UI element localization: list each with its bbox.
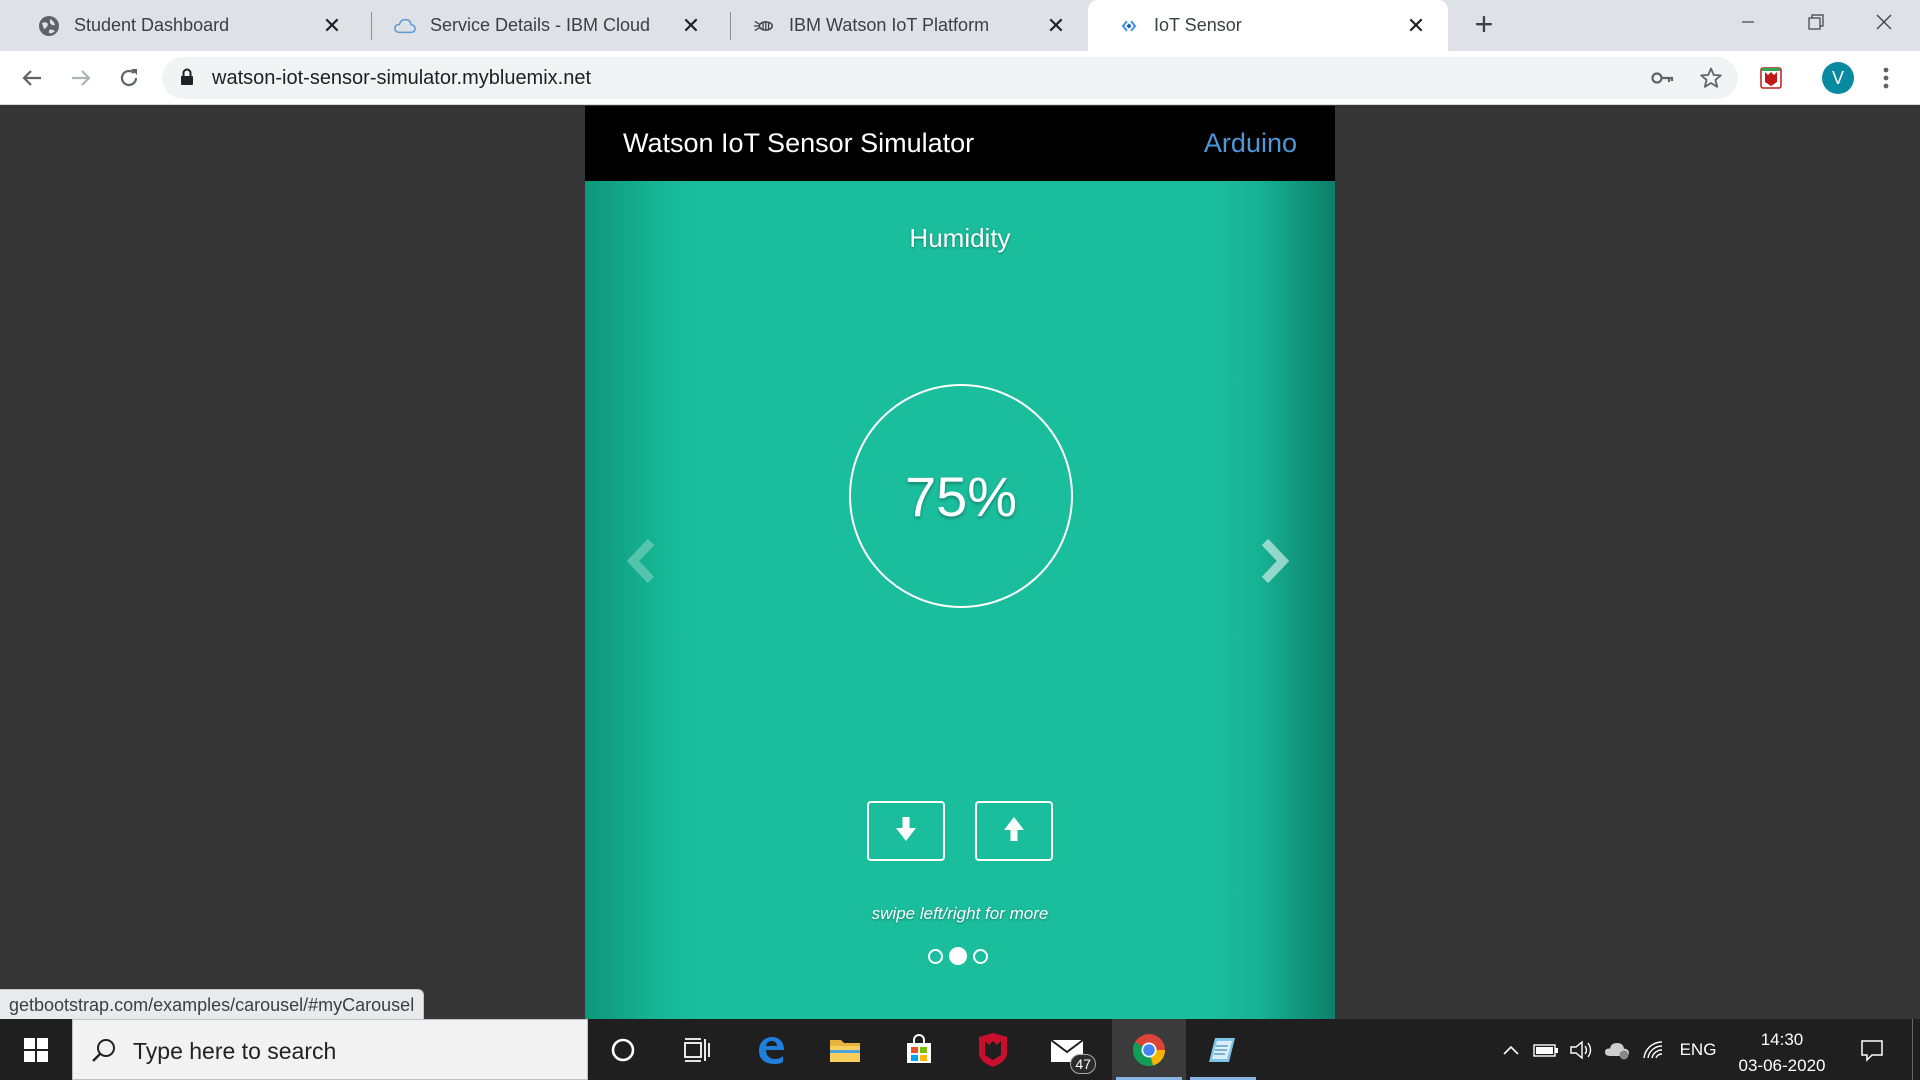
close-tab-icon[interactable]: ✕	[679, 13, 703, 38]
globe-icon	[38, 15, 60, 37]
action-center-icon[interactable]	[1850, 1019, 1894, 1080]
taskbar-microsoft-store[interactable]	[882, 1019, 956, 1080]
windows-logo-icon	[24, 1037, 48, 1062]
new-tab-button[interactable]: +	[1466, 7, 1502, 43]
app-title: Watson IoT Sensor Simulator	[623, 128, 975, 158]
folder-icon	[830, 1039, 860, 1062]
close-tab-icon[interactable]: ✕	[1044, 13, 1068, 38]
taskbar-file-explorer[interactable]	[808, 1019, 882, 1080]
clock-date: 03-06-2020	[1738, 1056, 1826, 1075]
task-view-button[interactable]	[660, 1019, 734, 1080]
close-tab-icon[interactable]: ✕	[1404, 13, 1428, 38]
tab-title: IBM Watson IoT Platform	[789, 15, 990, 35]
clock-time: 14:30	[1760, 1030, 1804, 1049]
mcafee-shield-icon	[979, 1032, 1007, 1067]
restore-window-icon[interactable]	[1782, 0, 1850, 44]
bookmark-star-icon[interactable]	[1696, 63, 1726, 93]
carousel-next-icon[interactable]	[1253, 536, 1293, 586]
taskbar-mcafee[interactable]	[956, 1019, 1030, 1080]
arrow-up-icon	[1003, 816, 1025, 847]
iot-bee-icon	[753, 15, 775, 37]
tab-title: Student Dashboard	[74, 15, 230, 35]
sensor-simulator-app: Watson IoT Sensor Simulator Arduino Humi…	[585, 106, 1335, 1019]
decrease-button[interactable]	[867, 801, 945, 861]
start-button[interactable]	[0, 1019, 72, 1080]
notepad-icon	[1209, 1037, 1235, 1062]
wifi-icon[interactable]	[1638, 1019, 1670, 1080]
onedrive-icon[interactable]	[1602, 1019, 1634, 1080]
battery-icon[interactable]	[1530, 1019, 1562, 1080]
url-text[interactable]: watson-iot-sensor-simulator.mybluemix.ne…	[212, 67, 591, 90]
cloud-icon	[394, 15, 416, 37]
carousel-indicator-3[interactable]	[973, 948, 988, 964]
reload-button[interactable]	[111, 60, 147, 96]
taskbar-notepad-app[interactable]	[1186, 1019, 1260, 1080]
key-icon[interactable]	[1648, 63, 1678, 93]
cortana-circle-icon	[611, 1038, 635, 1061]
sensor-carousel[interactable]: Humidity 75% swipe left/right for more	[585, 181, 1335, 1019]
extension-mcafee-icon[interactable]	[1753, 60, 1789, 96]
node-red-icon	[1118, 15, 1140, 37]
taskbar-search-box[interactable]: Type here to search	[72, 1019, 588, 1080]
chrome-icon	[1132, 1033, 1165, 1066]
carousel-prev-icon[interactable]	[625, 536, 665, 586]
tab-watson-iot-platform[interactable]: IBM Watson IoT Platform ✕	[723, 0, 1088, 51]
increase-button[interactable]	[975, 801, 1053, 861]
search-placeholder: Type here to search	[133, 1038, 337, 1064]
carousel-indicators	[928, 947, 988, 965]
taskbar-mail[interactable]: 47	[1030, 1019, 1104, 1080]
app-header: Watson IoT Sensor Simulator Arduino	[585, 106, 1335, 181]
carousel-indicator-2[interactable]	[949, 947, 967, 965]
mail-unread-badge: 47	[1070, 1054, 1096, 1074]
close-window-icon[interactable]	[1850, 0, 1918, 44]
task-view-icon	[684, 1037, 710, 1062]
taskbar-chrome[interactable]	[1112, 1019, 1186, 1080]
profile-avatar[interactable]: V	[1820, 60, 1856, 96]
minimize-window-icon[interactable]	[1714, 0, 1782, 44]
forward-button[interactable]	[63, 60, 99, 96]
taskbar-clock[interactable]: 14:30 03-06-2020	[1722, 1027, 1842, 1079]
browser-menu-icon[interactable]	[1868, 60, 1904, 96]
back-button[interactable]	[14, 60, 50, 96]
input-language-indicator[interactable]: ENG	[1674, 1019, 1722, 1080]
swipe-hint: swipe left/right for more	[871, 904, 1049, 923]
tab-iot-sensor[interactable]: IoT Sensor ✕	[1088, 0, 1448, 51]
tab-title: IoT Sensor	[1154, 15, 1242, 35]
search-icon	[91, 1037, 117, 1068]
lock-icon[interactable]	[180, 68, 194, 86]
arduino-link[interactable]: Arduino	[1204, 128, 1297, 159]
show-desktop-button[interactable]	[1912, 1019, 1920, 1080]
humidity-value: 75%	[904, 464, 1018, 528]
browser-tab-strip: Student Dashboard ✕ Service Details - IB…	[0, 0, 1920, 51]
edge-browser-icon	[759, 1036, 784, 1064]
close-tab-icon[interactable]: ✕	[320, 13, 344, 38]
humidity-gauge: 75%	[849, 384, 1073, 608]
store-bag-icon	[907, 1033, 931, 1063]
slide-title: Humidity	[909, 223, 1011, 253]
arrow-down-icon	[895, 816, 917, 847]
browser-toolbar: watson-iot-sensor-simulator.mybluemix.ne…	[0, 51, 1920, 105]
tray-overflow-chevron-icon[interactable]	[1496, 1019, 1526, 1080]
address-bar[interactable]: watson-iot-sensor-simulator.mybluemix.ne…	[162, 57, 1738, 99]
tab-title: Service Details - IBM Cloud	[430, 15, 651, 35]
windows-taskbar: Type here to search 47 ENG 14:30 03-06-2…	[0, 1019, 1920, 1080]
carousel-indicator-1[interactable]	[928, 948, 943, 964]
tab-service-details[interactable]: Service Details - IBM Cloud ✕	[364, 0, 723, 51]
volume-icon[interactable]	[1566, 1019, 1598, 1080]
link-status-bubble: getbootstrap.com/examples/carousel/#myCa…	[0, 989, 425, 1019]
tab-student-dashboard[interactable]: Student Dashboard ✕	[8, 0, 364, 51]
cortana-button[interactable]	[586, 1019, 660, 1080]
taskbar-edge[interactable]	[734, 1019, 808, 1080]
avatar: V	[1822, 62, 1854, 94]
